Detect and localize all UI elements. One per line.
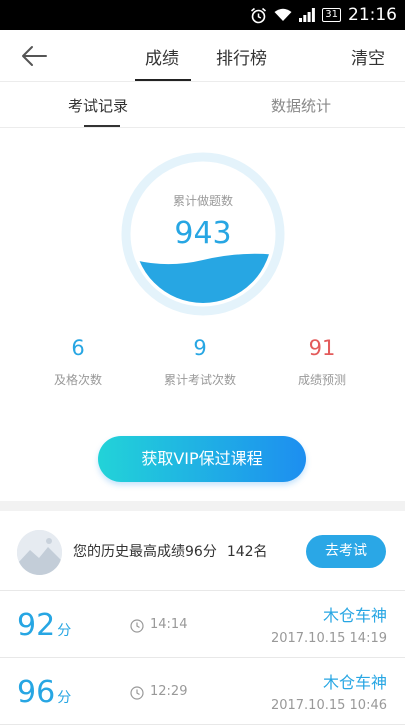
status-bar: 31 21:16 bbox=[0, 0, 405, 30]
best-rank: 142名 bbox=[226, 544, 268, 560]
stat-value: 91 bbox=[308, 336, 336, 360]
record-score: 96 分 bbox=[17, 675, 71, 710]
stat-exam-count: 9 累计考试次数 bbox=[132, 336, 268, 388]
stat-label: 成绩预测 bbox=[297, 373, 346, 387]
tab-score[interactable]: 成绩 bbox=[145, 44, 179, 69]
best-score-text: 您的历史最高成绩96分 142名 bbox=[73, 541, 268, 561]
wifi-icon bbox=[274, 8, 292, 21]
record-date: 2017.10.15 10:46 bbox=[270, 698, 387, 713]
record-username: 木仓车神 bbox=[322, 606, 387, 625]
active-subtab-indicator bbox=[84, 125, 120, 127]
total-questions-label: 累计做题数 bbox=[172, 194, 233, 208]
best-score-row: 您的历史最高成绩96分 142名 去考试 bbox=[0, 511, 405, 591]
stat-label: 及格次数 bbox=[53, 373, 102, 387]
vip-course-button[interactable]: 获取VIP保过课程 bbox=[98, 436, 306, 482]
record-row[interactable]: 92 分 14:14 木仓车神 2017.10.15 14:19 bbox=[0, 592, 405, 658]
clock-icon bbox=[130, 686, 144, 700]
record-score: 92 分 bbox=[17, 608, 71, 643]
back-arrow-icon[interactable] bbox=[18, 42, 50, 70]
record-username: 木仓车神 bbox=[322, 673, 387, 692]
nav-bar: 成绩 排行榜 清空 bbox=[0, 30, 405, 82]
score-value: 96 bbox=[17, 675, 56, 710]
record-date: 2017.10.15 14:19 bbox=[270, 631, 387, 646]
record-row[interactable]: 96 分 12:29 木仓车神 2017.10.15 10:46 bbox=[0, 659, 405, 725]
best-score-label: 您的历史最高成绩96分 bbox=[73, 544, 217, 560]
clock-icon bbox=[130, 619, 144, 633]
score-unit: 分 bbox=[57, 623, 72, 639]
stat-pass-count: 6 及格次数 bbox=[10, 336, 146, 388]
signal-icon bbox=[299, 8, 316, 22]
alarm-icon bbox=[251, 7, 267, 23]
active-tab-indicator bbox=[135, 79, 191, 81]
stat-value: 6 bbox=[71, 336, 85, 360]
sub-tabs: 考试记录 数据统计 bbox=[0, 82, 405, 128]
tab-data-stats[interactable]: 数据统计 bbox=[271, 95, 331, 116]
record-duration: 14:14 bbox=[150, 617, 188, 632]
section-divider bbox=[0, 501, 405, 511]
calendar-icon: 31 bbox=[322, 8, 341, 22]
go-exam-button[interactable]: 去考试 bbox=[306, 535, 386, 568]
total-questions-value: 943 bbox=[174, 216, 232, 251]
avatar[interactable] bbox=[17, 530, 62, 575]
stat-score-prediction: 91 成绩预测 bbox=[254, 336, 390, 388]
avatar-placeholder-icon bbox=[17, 530, 62, 575]
clock-time: 21:16 bbox=[348, 5, 397, 25]
score-unit: 分 bbox=[57, 690, 72, 706]
score-value: 92 bbox=[17, 608, 56, 643]
record-duration: 12:29 bbox=[150, 684, 188, 699]
clear-button[interactable]: 清空 bbox=[351, 44, 385, 69]
stat-label: 累计考试次数 bbox=[163, 373, 236, 387]
tab-leaderboard[interactable]: 排行榜 bbox=[216, 44, 267, 69]
stat-value: 9 bbox=[193, 336, 207, 360]
tab-exam-records[interactable]: 考试记录 bbox=[68, 95, 128, 116]
